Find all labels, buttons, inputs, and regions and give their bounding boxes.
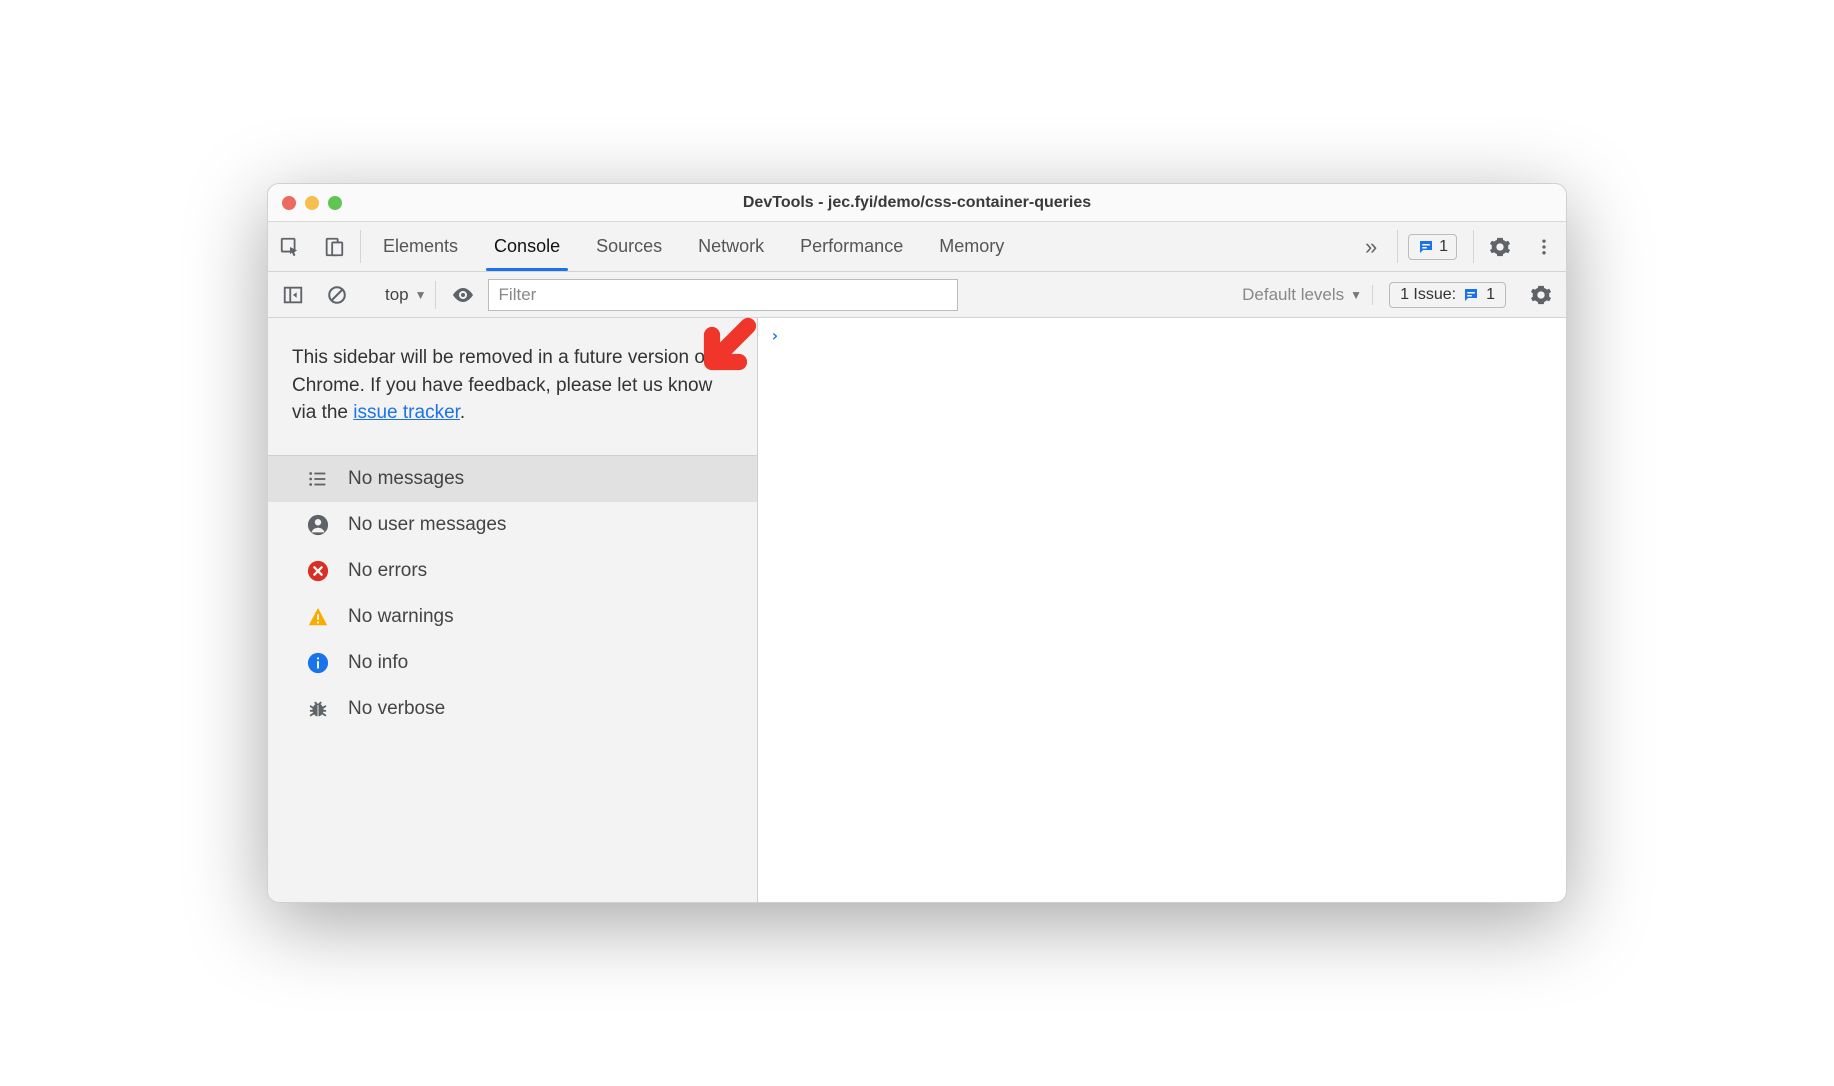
- messages-badge[interactable]: 1: [1408, 234, 1457, 260]
- device-toolbar-icon[interactable]: [312, 222, 356, 271]
- category-label: No user messages: [348, 514, 506, 536]
- tab-label: Memory: [939, 236, 1004, 257]
- info-icon: [306, 651, 330, 675]
- tab-label: Network: [698, 236, 764, 257]
- list-icon: [306, 467, 330, 491]
- devtools-window: DevTools - jec.fyi/demo/css-container-qu…: [267, 183, 1567, 903]
- category-verbose[interactable]: No verbose: [268, 686, 757, 732]
- category-messages[interactable]: No messages: [268, 456, 757, 502]
- message-icon: [1462, 286, 1480, 304]
- inspect-element-icon[interactable]: [268, 222, 312, 271]
- tab-label: Sources: [596, 236, 662, 257]
- category-info[interactable]: No info: [268, 640, 757, 686]
- tab-memory[interactable]: Memory: [921, 222, 1022, 271]
- issues-badge[interactable]: 1 Issue: 1: [1389, 282, 1506, 308]
- tab-performance[interactable]: Performance: [782, 222, 921, 271]
- tab-sources[interactable]: Sources: [578, 222, 680, 271]
- issues-label: 1 Issue:: [1400, 286, 1456, 304]
- settings-button[interactable]: [1478, 222, 1522, 271]
- close-window-button[interactable]: [282, 196, 296, 210]
- category-errors[interactable]: No errors: [268, 548, 757, 594]
- sidebar-collapse-icon: [282, 284, 304, 306]
- warning-icon: [306, 605, 330, 629]
- window-title: DevTools - jec.fyi/demo/css-container-qu…: [268, 194, 1566, 212]
- tabs-overflow-button[interactable]: »: [1349, 222, 1393, 271]
- tab-label: Console: [494, 236, 560, 257]
- category-label: No warnings: [348, 606, 454, 628]
- eye-icon: [451, 283, 475, 307]
- window-controls: [282, 196, 342, 210]
- tab-console[interactable]: Console: [476, 222, 578, 271]
- category-user-messages[interactable]: No user messages: [268, 502, 757, 548]
- category-label: No messages: [348, 468, 464, 490]
- console-sidebar: This sidebar will be removed in a future…: [268, 318, 758, 902]
- gear-icon: [1489, 236, 1511, 258]
- issues-count: 1: [1486, 286, 1495, 304]
- annotation-arrow-icon: [685, 308, 775, 398]
- console-toolbar: top ▼ Default levels ▼ 1 Issue: 1: [268, 272, 1566, 318]
- bug-icon: [306, 697, 330, 721]
- category-warnings[interactable]: No warnings: [268, 594, 757, 640]
- levels-label: Default levels: [1242, 285, 1344, 305]
- execution-context-selector[interactable]: top ▼: [377, 281, 436, 309]
- console-settings-button[interactable]: [1522, 278, 1560, 312]
- clear-console-button[interactable]: [318, 278, 356, 312]
- category-label: No errors: [348, 560, 427, 582]
- overflow-glyph: »: [1365, 234, 1377, 260]
- toggle-sidebar-button[interactable]: [274, 278, 312, 312]
- deprecation-notice: This sidebar will be removed in a future…: [268, 318, 757, 456]
- category-label: No verbose: [348, 698, 445, 720]
- live-expression-button[interactable]: [444, 278, 482, 312]
- chevron-down-icon: ▼: [415, 288, 427, 302]
- message-icon: [1417, 238, 1435, 256]
- tab-network[interactable]: Network: [680, 222, 782, 271]
- minimize-window-button[interactable]: [305, 196, 319, 210]
- tab-label: Elements: [383, 236, 458, 257]
- gear-icon: [1530, 284, 1552, 306]
- console-output[interactable]: ›: [758, 318, 1566, 902]
- kebab-icon: [1534, 237, 1554, 257]
- category-label: No info: [348, 652, 408, 674]
- deprecation-text-end: .: [460, 402, 465, 423]
- messages-badge-count: 1: [1439, 238, 1448, 256]
- more-menu-button[interactable]: [1522, 222, 1566, 271]
- main-tabs: Elements Console Sources Network Perform…: [365, 222, 1349, 271]
- zoom-window-button[interactable]: [328, 196, 342, 210]
- log-levels-selector[interactable]: Default levels ▼: [1232, 285, 1373, 305]
- main-tabs-row: Elements Console Sources Network Perform…: [268, 222, 1566, 272]
- tab-label: Performance: [800, 236, 903, 257]
- message-categories: No messages No user messages No errors: [268, 456, 757, 732]
- tab-elements[interactable]: Elements: [365, 222, 476, 271]
- chevron-down-icon: ▼: [1350, 288, 1362, 302]
- issue-tracker-link[interactable]: issue tracker: [353, 402, 460, 423]
- context-label: top: [385, 285, 409, 305]
- console-body: This sidebar will be removed in a future…: [268, 318, 1566, 902]
- titlebar: DevTools - jec.fyi/demo/css-container-qu…: [268, 184, 1566, 222]
- user-icon: [306, 513, 330, 537]
- error-icon: [306, 559, 330, 583]
- clear-icon: [326, 284, 348, 306]
- filter-input[interactable]: [488, 279, 958, 311]
